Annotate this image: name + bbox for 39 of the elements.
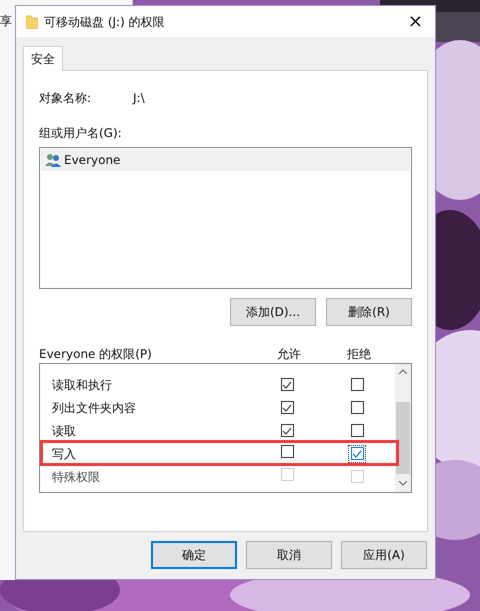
action-button[interactable]: 添加(D)... bbox=[230, 298, 316, 326]
checkbox[interactable] bbox=[350, 447, 364, 460]
permission-name: 读取 bbox=[52, 424, 76, 438]
check-icon bbox=[352, 450, 362, 458]
dialog-button[interactable]: 应用(A) bbox=[341, 541, 427, 569]
checkbox[interactable] bbox=[280, 444, 294, 458]
checkbox[interactable] bbox=[280, 378, 294, 391]
users-icon bbox=[45, 153, 61, 167]
permission-name: 写入 bbox=[52, 446, 76, 460]
scrollbar[interactable] bbox=[395, 364, 411, 492]
object-name-value: J:\ bbox=[133, 90, 145, 107]
checkbox[interactable] bbox=[350, 424, 364, 437]
window-text: 享 bbox=[0, 13, 12, 30]
checkbox[interactable] bbox=[280, 424, 294, 437]
close-button[interactable]: × bbox=[404, 12, 427, 30]
permissions-label: Everyone 的权限(P) bbox=[39, 346, 153, 363]
column-header: 拒绝 bbox=[347, 346, 371, 363]
check-icon bbox=[282, 380, 292, 388]
object-name-label: 对象名称: bbox=[39, 90, 92, 107]
folder-icon bbox=[26, 14, 38, 28]
scroll-thumb[interactable] bbox=[396, 402, 410, 474]
checkbox[interactable] bbox=[350, 378, 364, 391]
permission-name: 读取和执行 bbox=[52, 378, 112, 392]
window-title: 可移动磁盘 (J:) 的权限 bbox=[44, 14, 165, 30]
check-icon bbox=[282, 426, 292, 434]
check-icon bbox=[282, 404, 292, 412]
permission-name: 列出文件夹内容 bbox=[52, 400, 136, 414]
dialog-button[interactable]: 确定 bbox=[151, 541, 237, 569]
dialog-button[interactable]: 取消 bbox=[246, 541, 332, 569]
action-button[interactable]: 删除(R) bbox=[326, 298, 412, 326]
group-label: 组或用户名(G): bbox=[39, 125, 123, 142]
scroll-down-icon[interactable] bbox=[399, 481, 407, 486]
permission-name: 特殊权限 bbox=[52, 470, 100, 484]
column-header: 允许 bbox=[277, 346, 302, 363]
checkbox[interactable] bbox=[280, 401, 294, 414]
scroll-up-icon[interactable] bbox=[399, 369, 407, 374]
tab[interactable]: 安全 bbox=[23, 46, 63, 71]
user-item[interactable]: Everyone bbox=[41, 149, 410, 171]
checkbox[interactable] bbox=[350, 401, 364, 414]
